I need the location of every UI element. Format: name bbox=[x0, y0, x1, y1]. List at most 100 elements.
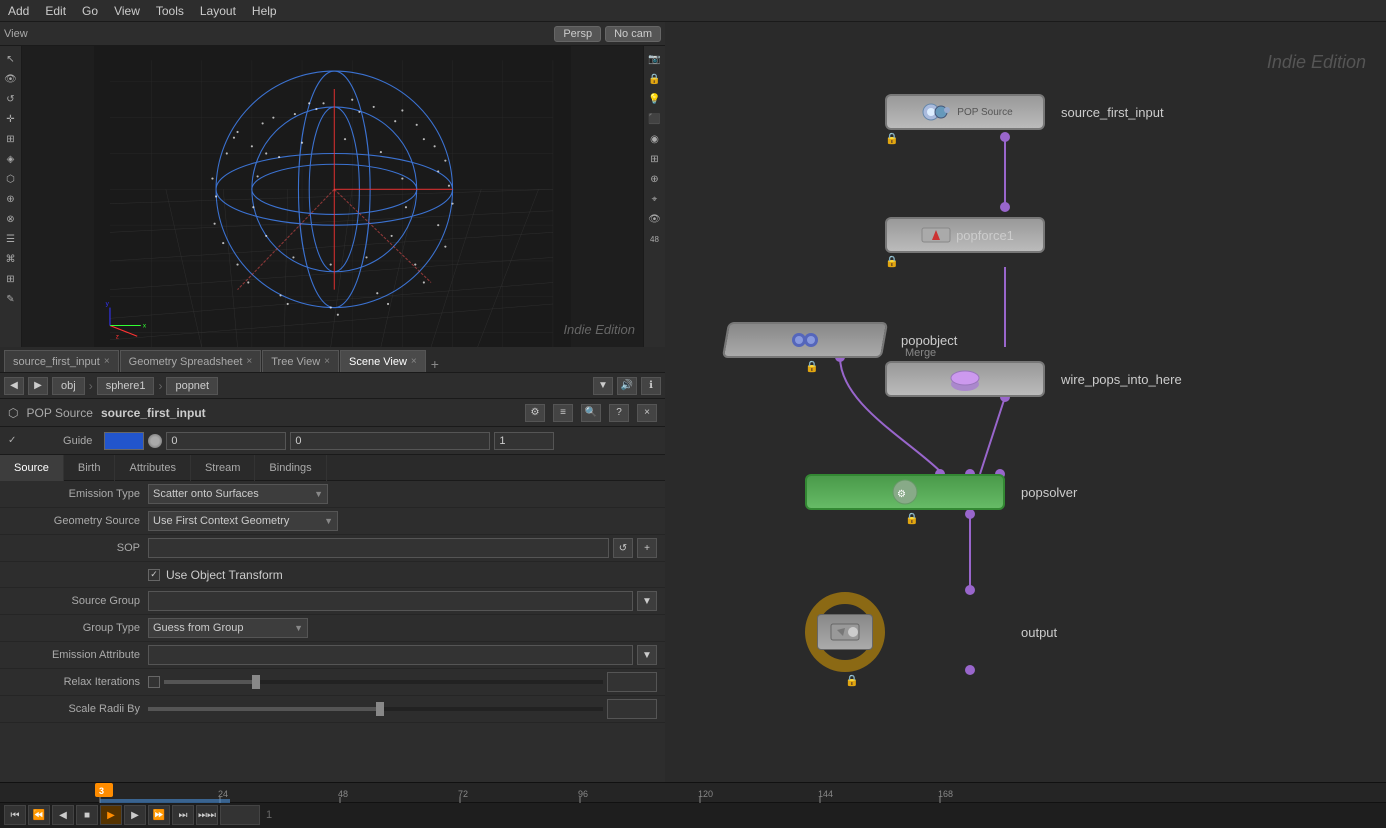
geometry-source-dropdown[interactable]: Use First Context Geometry ▼ bbox=[148, 511, 338, 531]
tl-stop[interactable]: ■ bbox=[76, 805, 98, 825]
persp-button[interactable]: Persp bbox=[554, 26, 601, 42]
pop-source-type-label: POP Source bbox=[957, 107, 1012, 118]
node-pop-source[interactable]: POP Source source_first_input 🔒 bbox=[885, 94, 1164, 145]
display-icon[interactable]: ⬛ bbox=[646, 110, 664, 128]
tab-close-0[interactable]: × bbox=[104, 356, 110, 367]
snap-icon[interactable]: ⊕ bbox=[646, 170, 664, 188]
sub-tab-stream[interactable]: Stream bbox=[191, 455, 255, 481]
node-popsolver-box[interactable]: ⚙ bbox=[805, 474, 1005, 510]
tl-goto-start[interactable]: ⏮ bbox=[4, 805, 26, 825]
node-popobject-box[interactable] bbox=[722, 322, 888, 358]
source-group-dropdown-btn[interactable]: ▼ bbox=[637, 591, 657, 611]
param-gear-button[interactable]: ⚙ bbox=[525, 404, 545, 422]
tab-close-3[interactable]: × bbox=[411, 356, 417, 367]
relax-slider-thumb[interactable] bbox=[252, 675, 260, 689]
menu-add[interactable]: Add bbox=[8, 4, 29, 18]
node-popforce1[interactable]: popforce1 🔒 bbox=[885, 217, 1045, 268]
shading-icon[interactable]: ◉ bbox=[646, 130, 664, 148]
popforce1-name-label: popforce1 bbox=[956, 228, 1014, 243]
node-graph[interactable]: Indie Edition bbox=[665, 22, 1386, 782]
guide-frame-start[interactable] bbox=[166, 432, 286, 450]
node-popforce1-box[interactable]: popforce1 bbox=[885, 217, 1045, 253]
tab-scene-view[interactable]: Scene View × bbox=[340, 350, 426, 372]
handle-icon[interactable]: ⌖ bbox=[646, 190, 664, 208]
node-popsolver[interactable]: ⚙ popsolver 🔒 bbox=[805, 474, 1077, 525]
node-output[interactable]: output 🔒 bbox=[805, 592, 1057, 687]
group-type-dropdown[interactable]: Guess from Group ▼ bbox=[148, 618, 308, 638]
viewport[interactable]: ↖ 👁 ↺ ✛ ⊞ ◈ ⬡ ⊕ ⊗ ☰ ⌘ ⊞ ✎ bbox=[0, 46, 665, 347]
menu-edit[interactable]: Edit bbox=[45, 4, 66, 18]
cam-button[interactable]: No cam bbox=[605, 26, 661, 42]
guide-checkbox[interactable]: ✓ bbox=[8, 435, 16, 446]
guide-color-swatch[interactable] bbox=[104, 432, 144, 450]
output-inner-box[interactable] bbox=[817, 614, 873, 650]
path-options-button[interactable]: ▼ bbox=[593, 377, 613, 395]
menu-go[interactable]: Go bbox=[82, 4, 98, 18]
sop-reload-button[interactable]: ↺ bbox=[613, 538, 633, 558]
param-zoom-button[interactable]: 🔍 bbox=[581, 404, 601, 422]
scale-radii-input[interactable]: 1 bbox=[607, 699, 657, 719]
vis-icon[interactable]: 👁 bbox=[646, 210, 664, 228]
sub-tab-birth[interactable]: Birth bbox=[64, 455, 116, 481]
sub-tab-attributes[interactable]: Attributes bbox=[115, 455, 190, 481]
grid-icon[interactable]: ⊞ bbox=[646, 150, 664, 168]
use-object-transform-checkbox[interactable] bbox=[148, 569, 160, 581]
tl-goto-end[interactable]: ⏭ bbox=[172, 805, 194, 825]
sub-tab-bindings[interactable]: Bindings bbox=[255, 455, 326, 481]
tl-play-realtime[interactable]: ▶ bbox=[100, 805, 122, 825]
nav-back-button[interactable]: ◀ bbox=[4, 377, 24, 395]
scale-radii-slider-thumb[interactable] bbox=[376, 702, 384, 716]
tl-play[interactable]: ▶ bbox=[124, 805, 146, 825]
tl-goto-end2[interactable]: ⏭⏭ bbox=[196, 805, 218, 825]
relax-slider-track[interactable] bbox=[164, 680, 603, 684]
relax-iterations-checkbox[interactable] bbox=[148, 676, 160, 688]
scale-radii-slider-track[interactable] bbox=[148, 707, 603, 711]
relax-iterations-input[interactable]: 10 bbox=[607, 672, 657, 692]
path-sphere1[interactable]: sphere1 bbox=[97, 377, 155, 395]
tab-close-2[interactable]: × bbox=[324, 356, 330, 367]
tab-geometry-spreadsheet[interactable]: Geometry Spreadsheet × bbox=[120, 350, 262, 372]
sub-tab-source[interactable]: Source bbox=[0, 455, 64, 481]
emission-type-dropdown[interactable]: Scatter onto Surfaces ▼ bbox=[148, 484, 328, 504]
geometry-source-arrow: ▼ bbox=[324, 516, 333, 526]
tl-frame-input[interactable]: 3 bbox=[220, 805, 260, 825]
sop-add-button[interactable]: + bbox=[637, 538, 657, 558]
48-icon[interactable]: 48 bbox=[646, 230, 664, 248]
right-panel: Indie Edition bbox=[665, 22, 1386, 782]
guide-frame-end[interactable] bbox=[494, 432, 554, 450]
emission-attribute-input[interactable] bbox=[148, 645, 633, 665]
tl-step-back[interactable]: ⏪ bbox=[28, 805, 50, 825]
menu-layout[interactable]: Layout bbox=[200, 4, 236, 18]
path-audio-button[interactable]: 🔊 bbox=[617, 377, 637, 395]
tab-close-1[interactable]: × bbox=[246, 356, 252, 367]
cam-icon[interactable]: 📷 bbox=[646, 50, 664, 68]
node-merge[interactable]: Merge wire_pops_into_here bbox=[885, 347, 1182, 397]
render-icon[interactable]: 🔒 bbox=[646, 70, 664, 88]
param-close-button[interactable]: × bbox=[637, 404, 657, 422]
menu-tools[interactable]: Tools bbox=[156, 4, 184, 18]
node-pop-source-box[interactable]: POP Source bbox=[885, 94, 1045, 130]
params-area: Emission Type Scatter onto Surfaces ▼ Ge… bbox=[0, 481, 665, 782]
path-popnet[interactable]: popnet bbox=[166, 377, 218, 395]
timeline-controls: ⏮ ⏪ ◀ ■ ▶ ▶ ⏩ ⏭ ⏭⏭ 3 1 bbox=[0, 803, 1386, 828]
param-node-name[interactable]: source_first_input bbox=[101, 406, 206, 420]
path-info-button[interactable]: ℹ bbox=[641, 377, 661, 395]
node-merge-box[interactable] bbox=[885, 361, 1045, 397]
tl-step-fwd[interactable]: ⏩ bbox=[148, 805, 170, 825]
path-obj[interactable]: obj bbox=[52, 377, 85, 395]
lights-icon[interactable]: 💡 bbox=[646, 90, 664, 108]
tab-add-button[interactable]: + bbox=[427, 356, 443, 372]
guide-frame-mid[interactable] bbox=[290, 432, 490, 450]
emission-attribute-dropdown-btn[interactable]: ▼ bbox=[637, 645, 657, 665]
tab-source-first-input[interactable]: source_first_input × bbox=[4, 350, 119, 372]
param-help-button[interactable]: ? bbox=[609, 404, 629, 422]
tab-tree-view[interactable]: Tree View × bbox=[262, 350, 339, 372]
param-list-button[interactable]: ≡ bbox=[553, 404, 573, 422]
sop-input[interactable] bbox=[148, 538, 609, 558]
menu-help[interactable]: Help bbox=[252, 4, 277, 18]
source-group-input[interactable] bbox=[148, 591, 633, 611]
nav-fwd-button[interactable]: ▶ bbox=[28, 377, 48, 395]
guide-color-dot[interactable] bbox=[148, 434, 162, 448]
tl-prev-frame[interactable]: ◀ bbox=[52, 805, 74, 825]
menu-view[interactable]: View bbox=[114, 4, 140, 18]
